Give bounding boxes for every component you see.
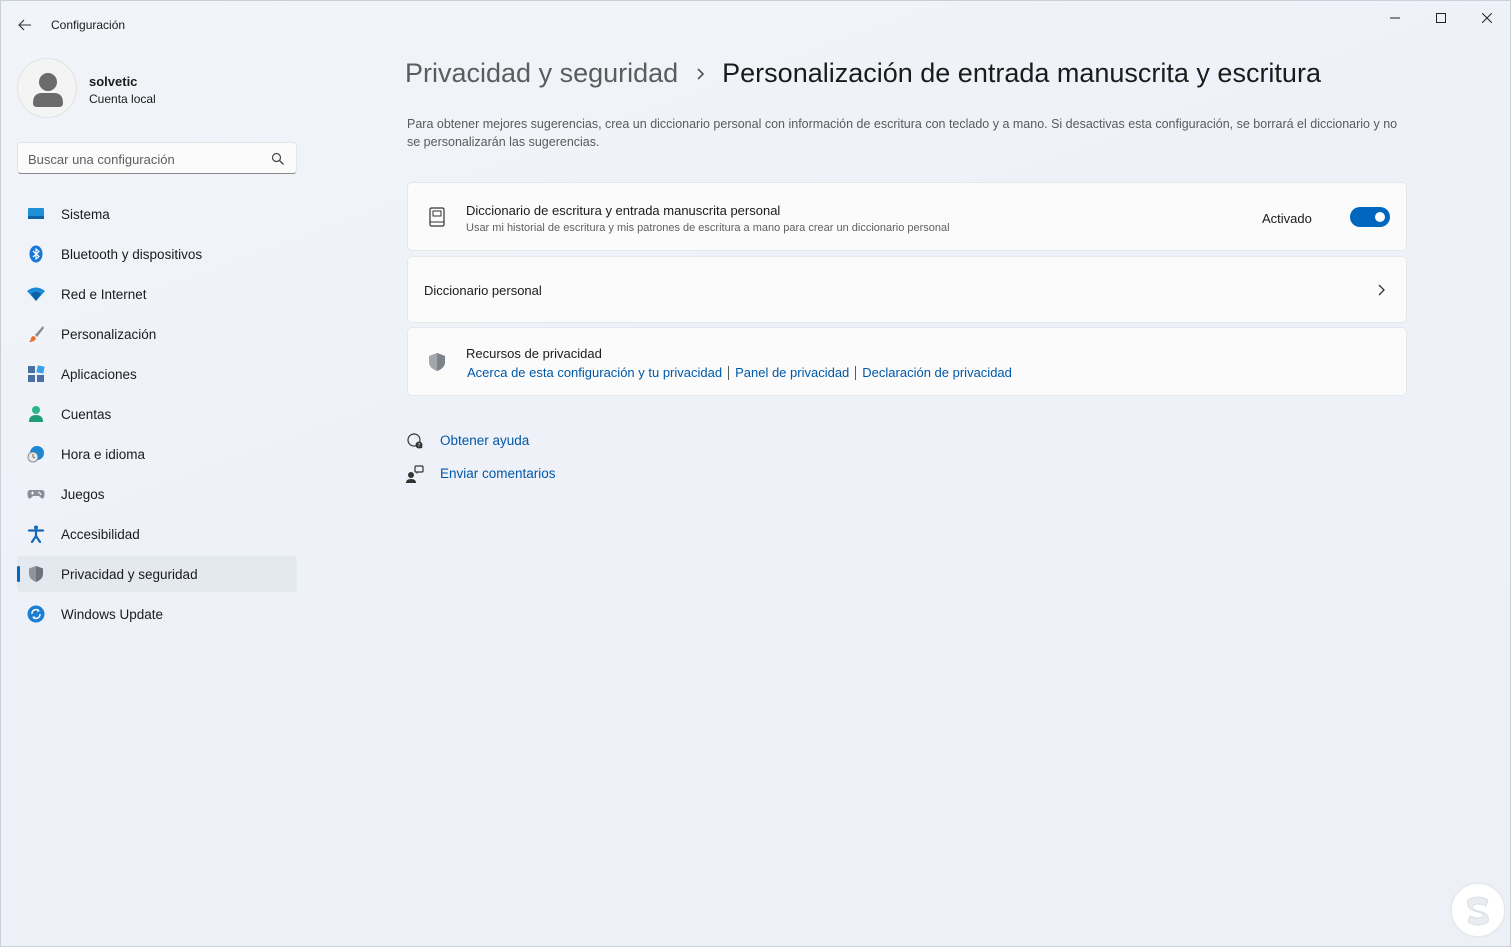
sync-icon [27,605,45,623]
get-help-link[interactable]: ? Obtener ayuda [405,430,605,463]
title-bar: Configuración [0,0,1511,50]
help-chat-icon: ? [407,433,423,449]
monitor-icon [28,208,44,219]
accessibility-icon [27,525,45,543]
personal-dictionary-card[interactable]: Diccionario personal [407,256,1407,323]
privacy-dashboard-link[interactable]: Panel de privacidad [735,365,849,380]
apps-icon [28,365,45,382]
minimize-icon [1390,17,1400,19]
shield-icon [29,566,43,582]
shield-icon [429,353,445,371]
sidebar-item-privacidad[interactable]: Privacidad y seguridad [17,556,297,592]
back-button[interactable] [12,14,38,36]
logo [1450,882,1506,938]
link-separator [728,365,730,380]
profile-name: solvetic [89,74,138,89]
sidebar-item-aplicaciones[interactable]: Aplicaciones [17,356,297,392]
maximize-icon [1436,13,1446,23]
arrow-left-icon [18,19,31,31]
breadcrumb: Privacidad y seguridad Personalización d… [405,58,1321,89]
about-settings-privacy-link[interactable]: Acerca de esta configuración y tu privac… [467,365,722,380]
logo-icon [1467,896,1489,926]
dictionary-setting-subtitle: Usar mi historial de escritura y mis pat… [466,222,950,234]
svg-text:?: ? [418,443,421,449]
privacy-resources-links: Acerca de esta configuración y tu privac… [467,365,1012,380]
close-button[interactable] [1464,6,1510,30]
page-title: Personalización de entrada manuscrita y … [722,58,1321,88]
brush-icon [29,326,44,342]
profile-account-type: Cuenta local [89,92,156,106]
chevron-right-icon [697,67,705,80]
user-silhouette-icon [33,73,63,107]
sidebar-item-cuentas[interactable]: Cuentas [17,396,297,432]
privacy-resources-title: Recursos de privacidad [466,346,602,361]
sidebar-item-hora[interactable]: Hora e idioma [17,436,297,472]
send-feedback-link[interactable]: Enviar comentarios [405,463,605,496]
avatar [17,58,77,118]
chevron-right-icon [1378,284,1385,296]
personal-dictionary-title: Diccionario personal [424,283,542,298]
maximize-button[interactable] [1418,6,1464,30]
feedback-icon [406,465,424,483]
toggle-state-label: Activado [1262,211,1312,226]
search-icon[interactable] [271,152,285,166]
search-box [17,142,297,174]
close-icon [1482,13,1492,23]
minimize-button[interactable] [1372,6,1418,30]
page-description: Para obtener mejores sugerencias, crea u… [407,117,1398,149]
sidebar-item-juegos[interactable]: Juegos [17,476,297,512]
bluetooth-icon [29,245,43,263]
sidebar-item-bluetooth[interactable]: Bluetooth y dispositivos [17,236,297,272]
sidebar-item-personalizacion[interactable]: Personalización [17,316,297,352]
sidebar-item-red[interactable]: Red e Internet [17,276,297,312]
toggle-knob [1375,212,1385,222]
privacy-resources-card: Recursos de privacidad Acerca de esta co… [407,327,1407,396]
gamepad-icon [27,490,45,499]
dictionary-setting-title: Diccionario de escritura y entrada manus… [466,203,781,218]
breadcrumb-separator [696,67,706,81]
sidebar-item-sistema[interactable]: Sistema [17,196,297,232]
help-section: ? Obtener ayuda Enviar comentarios [405,430,605,496]
dictionary-setting-card: Diccionario de escritura y entrada manus… [407,182,1407,251]
person-icon [29,406,43,422]
notebook-icon [429,207,445,227]
wifi-icon [27,287,45,301]
link-separator [855,365,857,380]
globe-clock-icon [27,446,44,463]
sidebar-nav: Sistema Bluetooth y dispositivos Red e I… [17,196,297,636]
dictionary-toggle-switch[interactable] [1350,207,1390,227]
app-title: Configuración [51,18,126,32]
sidebar-item-windows-update[interactable]: Windows Update [17,596,297,632]
breadcrumb-parent[interactable]: Privacidad y seguridad [405,58,678,89]
search-input[interactable] [28,149,258,169]
sidebar-item-accesibilidad[interactable]: Accesibilidad [17,516,297,552]
privacy-statement-link[interactable]: Declaración de privacidad [862,365,1012,380]
